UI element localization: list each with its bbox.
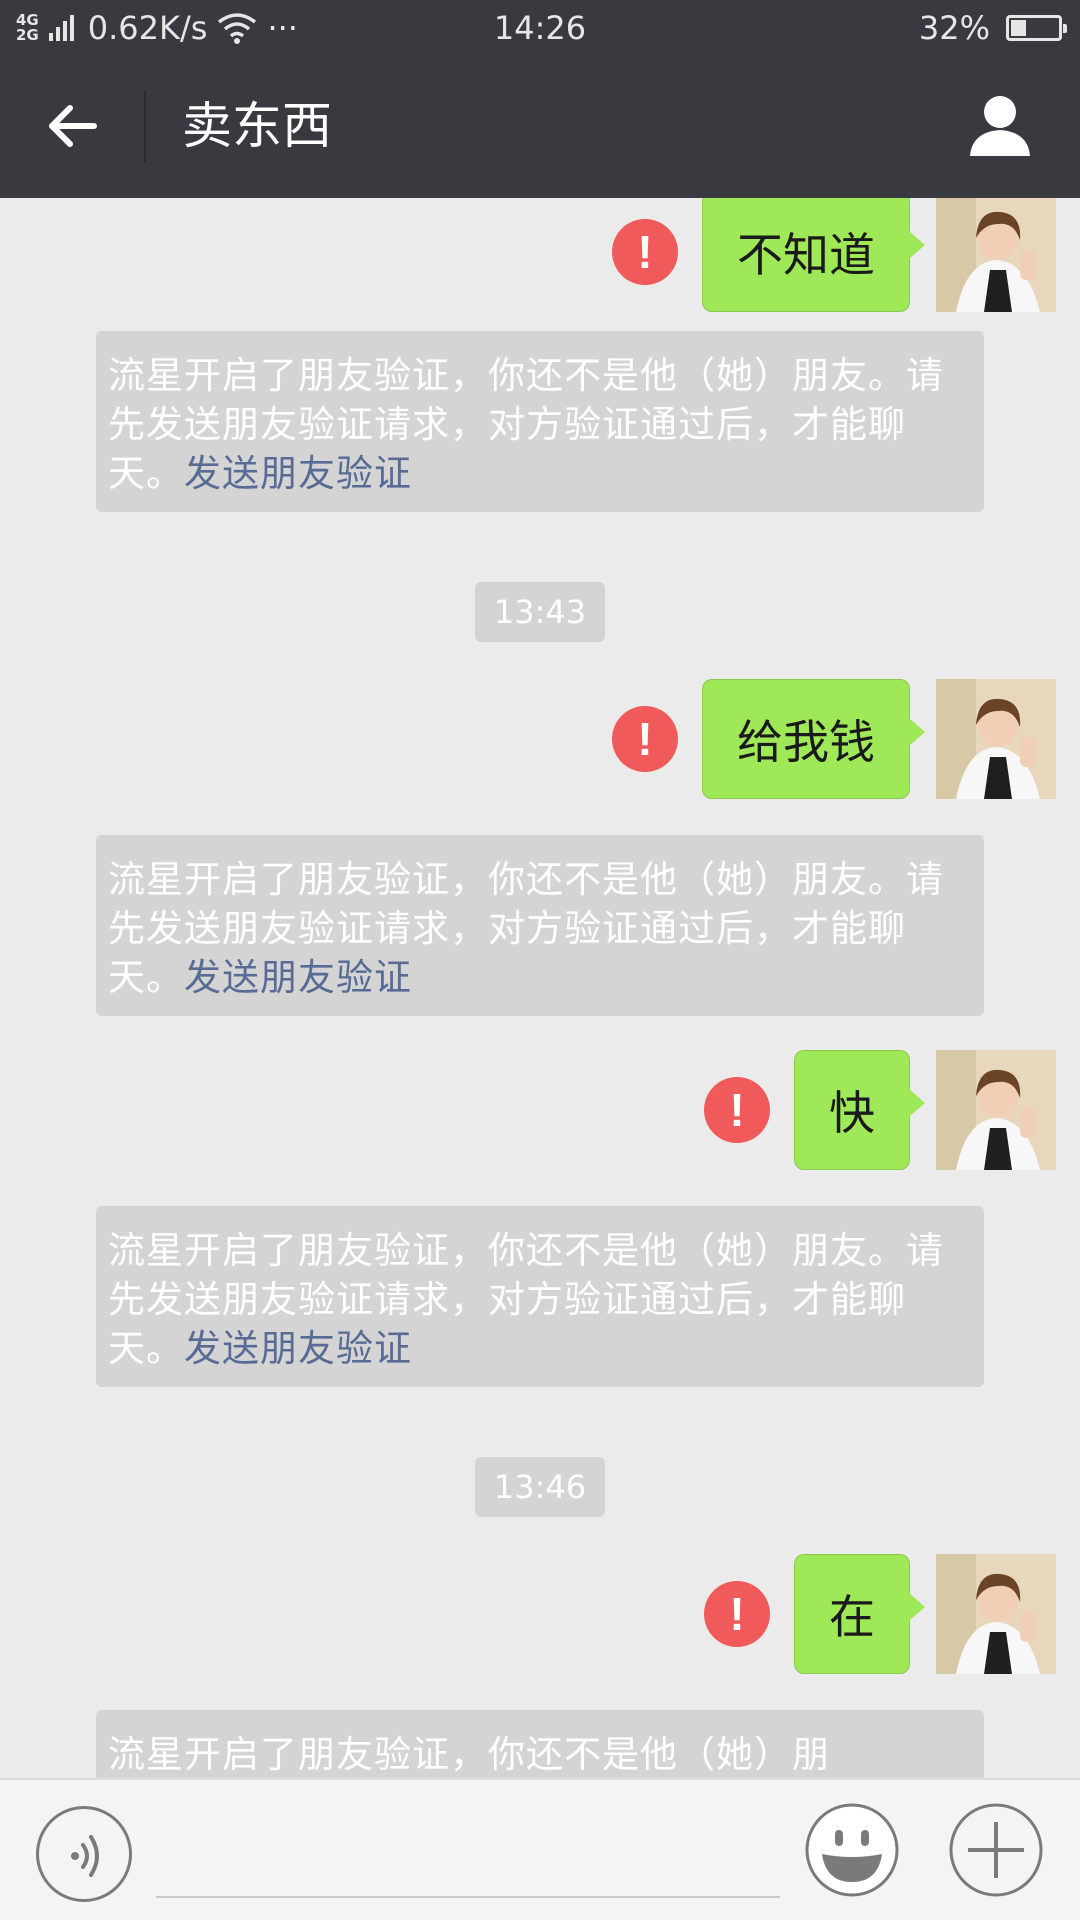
chat-info-button[interactable] [964,90,1036,162]
friend-verification-notice: 流星开启了朋友验证，你还不是他（她）朋 [96,1710,984,1778]
header-divider [144,90,146,162]
message-row: ! 快 [704,1050,1056,1170]
page-title: 卖东西 [182,97,332,155]
message-list[interactable]: ! 不知道 流星开启了朋友验证，你还不是他（她）朋友。请先发送朋友验证请求，对方… [0,198,1080,1778]
message-bubble[interactable]: 快 [794,1050,925,1170]
input-bar [0,1778,1080,1920]
friend-verification-notice: 流星开启了朋友验证，你还不是他（她）朋友。请先发送朋友验证请求，对方验证通过后，… [96,1206,984,1387]
message-row: ! 给我钱 [612,679,1056,799]
message-input[interactable] [156,1896,780,1898]
chat-header: 卖东西 [0,54,1080,198]
send-verification-link[interactable]: 发送朋友验证 [184,956,412,999]
voice-icon [71,1835,99,1877]
avatar[interactable] [936,1554,1056,1674]
emoji-icon [805,1803,899,1897]
avatar[interactable] [936,198,1056,312]
time-divider: 13:43 [475,582,605,642]
send-failed-icon[interactable]: ! [704,1077,770,1143]
send-failed-icon[interactable]: ! [704,1581,770,1647]
avatar[interactable] [936,1050,1056,1170]
status-bar: 4G 2G 0.62K/s ··· 14:26 32% [0,0,1080,54]
more-functions-button[interactable] [948,1802,1044,1898]
back-button[interactable] [36,90,108,162]
plus-icon [949,1803,1043,1897]
notice-text: 流星开启了朋友验证，你还不是他（她）朋 [108,1733,830,1776]
message-bubble[interactable]: 给我钱 [702,679,925,799]
avatar-image [936,198,1056,312]
avatar-image [936,1554,1056,1674]
status-right: 32% [918,8,1067,48]
avatar[interactable] [936,679,1056,799]
message-row: ! 在 [704,1554,1056,1674]
battery-level [1011,20,1026,36]
friend-verification-notice: 流星开启了朋友验证，你还不是他（她）朋友。请先发送朋友验证请求，对方验证通过后，… [96,835,984,1016]
message-bubble[interactable]: 不知道 [702,198,925,312]
battery-percent: 32% [918,9,990,47]
send-failed-icon[interactable]: ! [612,219,678,285]
emoji-button[interactable] [804,1802,900,1898]
message-bubble[interactable]: 在 [794,1554,925,1674]
send-verification-link[interactable]: 发送朋友验证 [184,1327,412,1370]
voice-input-button[interactable] [36,1806,132,1902]
time-divider: 13:46 [475,1457,605,1517]
avatar-image [936,1050,1056,1170]
friend-verification-notice: 流星开启了朋友验证，你还不是他（她）朋友。请先发送朋友验证请求，对方验证通过后，… [96,331,984,512]
person-icon [970,96,1030,156]
send-verification-link[interactable]: 发送朋友验证 [184,452,412,495]
arrow-left-icon [49,105,97,147]
battery-icon [1006,15,1067,41]
message-row: ! 不知道 [612,198,1056,312]
send-failed-icon[interactable]: ! [612,706,678,772]
avatar-image [936,679,1056,799]
